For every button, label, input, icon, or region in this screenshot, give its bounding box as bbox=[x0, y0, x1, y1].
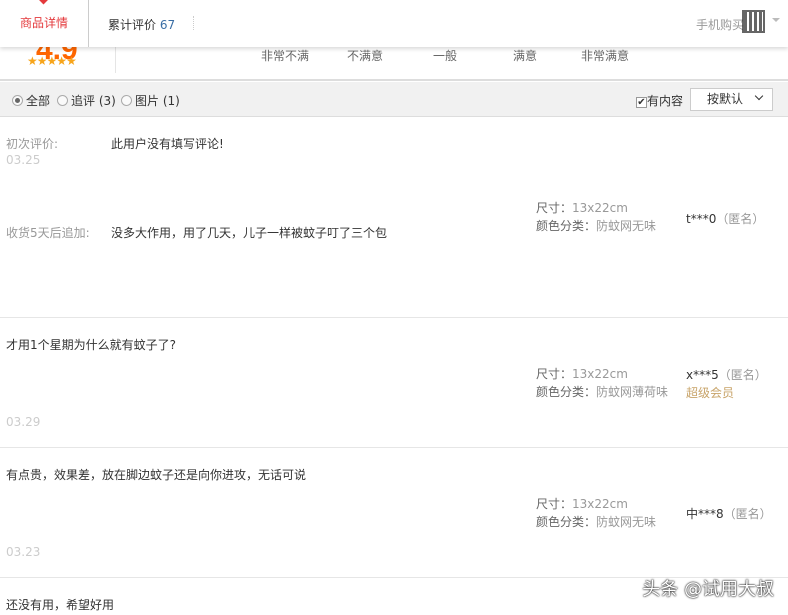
sort-label: 按默认 bbox=[707, 92, 744, 106]
reviewer-name: x***5（匿名） bbox=[686, 368, 767, 382]
tab-header: 商品详情 累计评价 67 手机购买 bbox=[0, 0, 788, 47]
star-rating-icon: ★★★★★ bbox=[27, 54, 77, 68]
chevron-down-icon bbox=[754, 91, 764, 101]
filter-followup-label: 追评 (3) bbox=[71, 94, 116, 108]
radio-icon bbox=[12, 95, 23, 106]
chevron-down-icon[interactable] bbox=[772, 18, 780, 26]
qr-code-icon[interactable] bbox=[742, 10, 765, 33]
sku-size: 尺寸：13x22cm bbox=[536, 201, 628, 215]
initial-review-label: 初次评价: bbox=[6, 137, 59, 151]
divider bbox=[0, 447, 788, 448]
has-content-label: 有内容 bbox=[647, 94, 684, 108]
filter-all-label: 全部 bbox=[26, 94, 51, 108]
radio-icon bbox=[57, 95, 68, 106]
reviewer-name: 中***8（匿名） bbox=[686, 507, 772, 521]
radio-icon bbox=[121, 95, 132, 106]
review-filter-bar: 全部 追评 (3) 图片 (1) ✔有内容 按默认 bbox=[0, 82, 788, 117]
review-date: 03.25 bbox=[6, 153, 41, 167]
rating-level-5: 非常满意 bbox=[581, 49, 630, 63]
review-count: 67 bbox=[159, 18, 176, 32]
rating-summary: 4.9 ★★★★★ 非常不满 不满意 一般 满意 非常满意 bbox=[0, 33, 788, 81]
filter-pictures-label: 图片 (1) bbox=[135, 94, 180, 108]
reviewer-name: t***0（匿名） bbox=[686, 212, 765, 226]
review-text: 此用户没有填写评论! bbox=[111, 137, 224, 151]
append-review-label: 收货5天后追加: bbox=[6, 226, 90, 240]
checkbox-checked-icon: ✔ bbox=[636, 97, 647, 108]
has-content-checkbox[interactable]: ✔有内容 bbox=[636, 92, 683, 109]
tab-reviews-label: 累计评价 bbox=[108, 18, 157, 32]
review-date: 03.29 bbox=[6, 415, 41, 429]
filter-all[interactable]: 全部 bbox=[12, 92, 50, 109]
rating-level-3: 一般 bbox=[433, 49, 458, 63]
review-text: 有点贵，效果差，放在脚边蚊子还是向你进攻，无话可说 bbox=[6, 468, 307, 482]
watermark: 头条 @试用大叔 bbox=[642, 579, 774, 600]
sku-color: 颜色分类：防蚊网无味 bbox=[536, 219, 657, 233]
review-date: 03.23 bbox=[6, 545, 41, 559]
mobile-buy-link[interactable]: 手机购买 bbox=[696, 16, 744, 33]
tab-product-detail[interactable]: 商品详情 bbox=[0, 0, 89, 47]
tab-reviews[interactable]: 累计评价 67 bbox=[108, 16, 175, 33]
sku-size: 尺寸：13x22cm bbox=[536, 367, 628, 381]
divider bbox=[0, 317, 788, 318]
filter-pictures[interactable]: 图片 (1) bbox=[121, 92, 180, 109]
sku-size: 尺寸：13x22cm bbox=[536, 497, 628, 511]
divider bbox=[193, 16, 194, 30]
sort-dropdown[interactable]: 按默认 bbox=[690, 88, 773, 111]
review-text: 还没有用，希望好用 bbox=[6, 598, 115, 612]
sku-color: 颜色分类：防蚊网薄荷味 bbox=[536, 385, 669, 399]
rating-level-4: 满意 bbox=[513, 49, 538, 63]
member-badge: 超级会员 bbox=[686, 386, 735, 400]
rating-level-1: 非常不满 bbox=[261, 49, 310, 63]
divider bbox=[115, 47, 116, 73]
rating-level-2: 不满意 bbox=[347, 49, 384, 63]
filter-followup[interactable]: 追评 (3) bbox=[57, 92, 116, 109]
review-text: 才用1个星期为什么就有蚊子了? bbox=[6, 338, 177, 352]
sku-color: 颜色分类：防蚊网无味 bbox=[536, 515, 657, 529]
append-review-text: 没多大作用，用了几天，儿子一样被蚊子叮了三个包 bbox=[111, 226, 388, 240]
